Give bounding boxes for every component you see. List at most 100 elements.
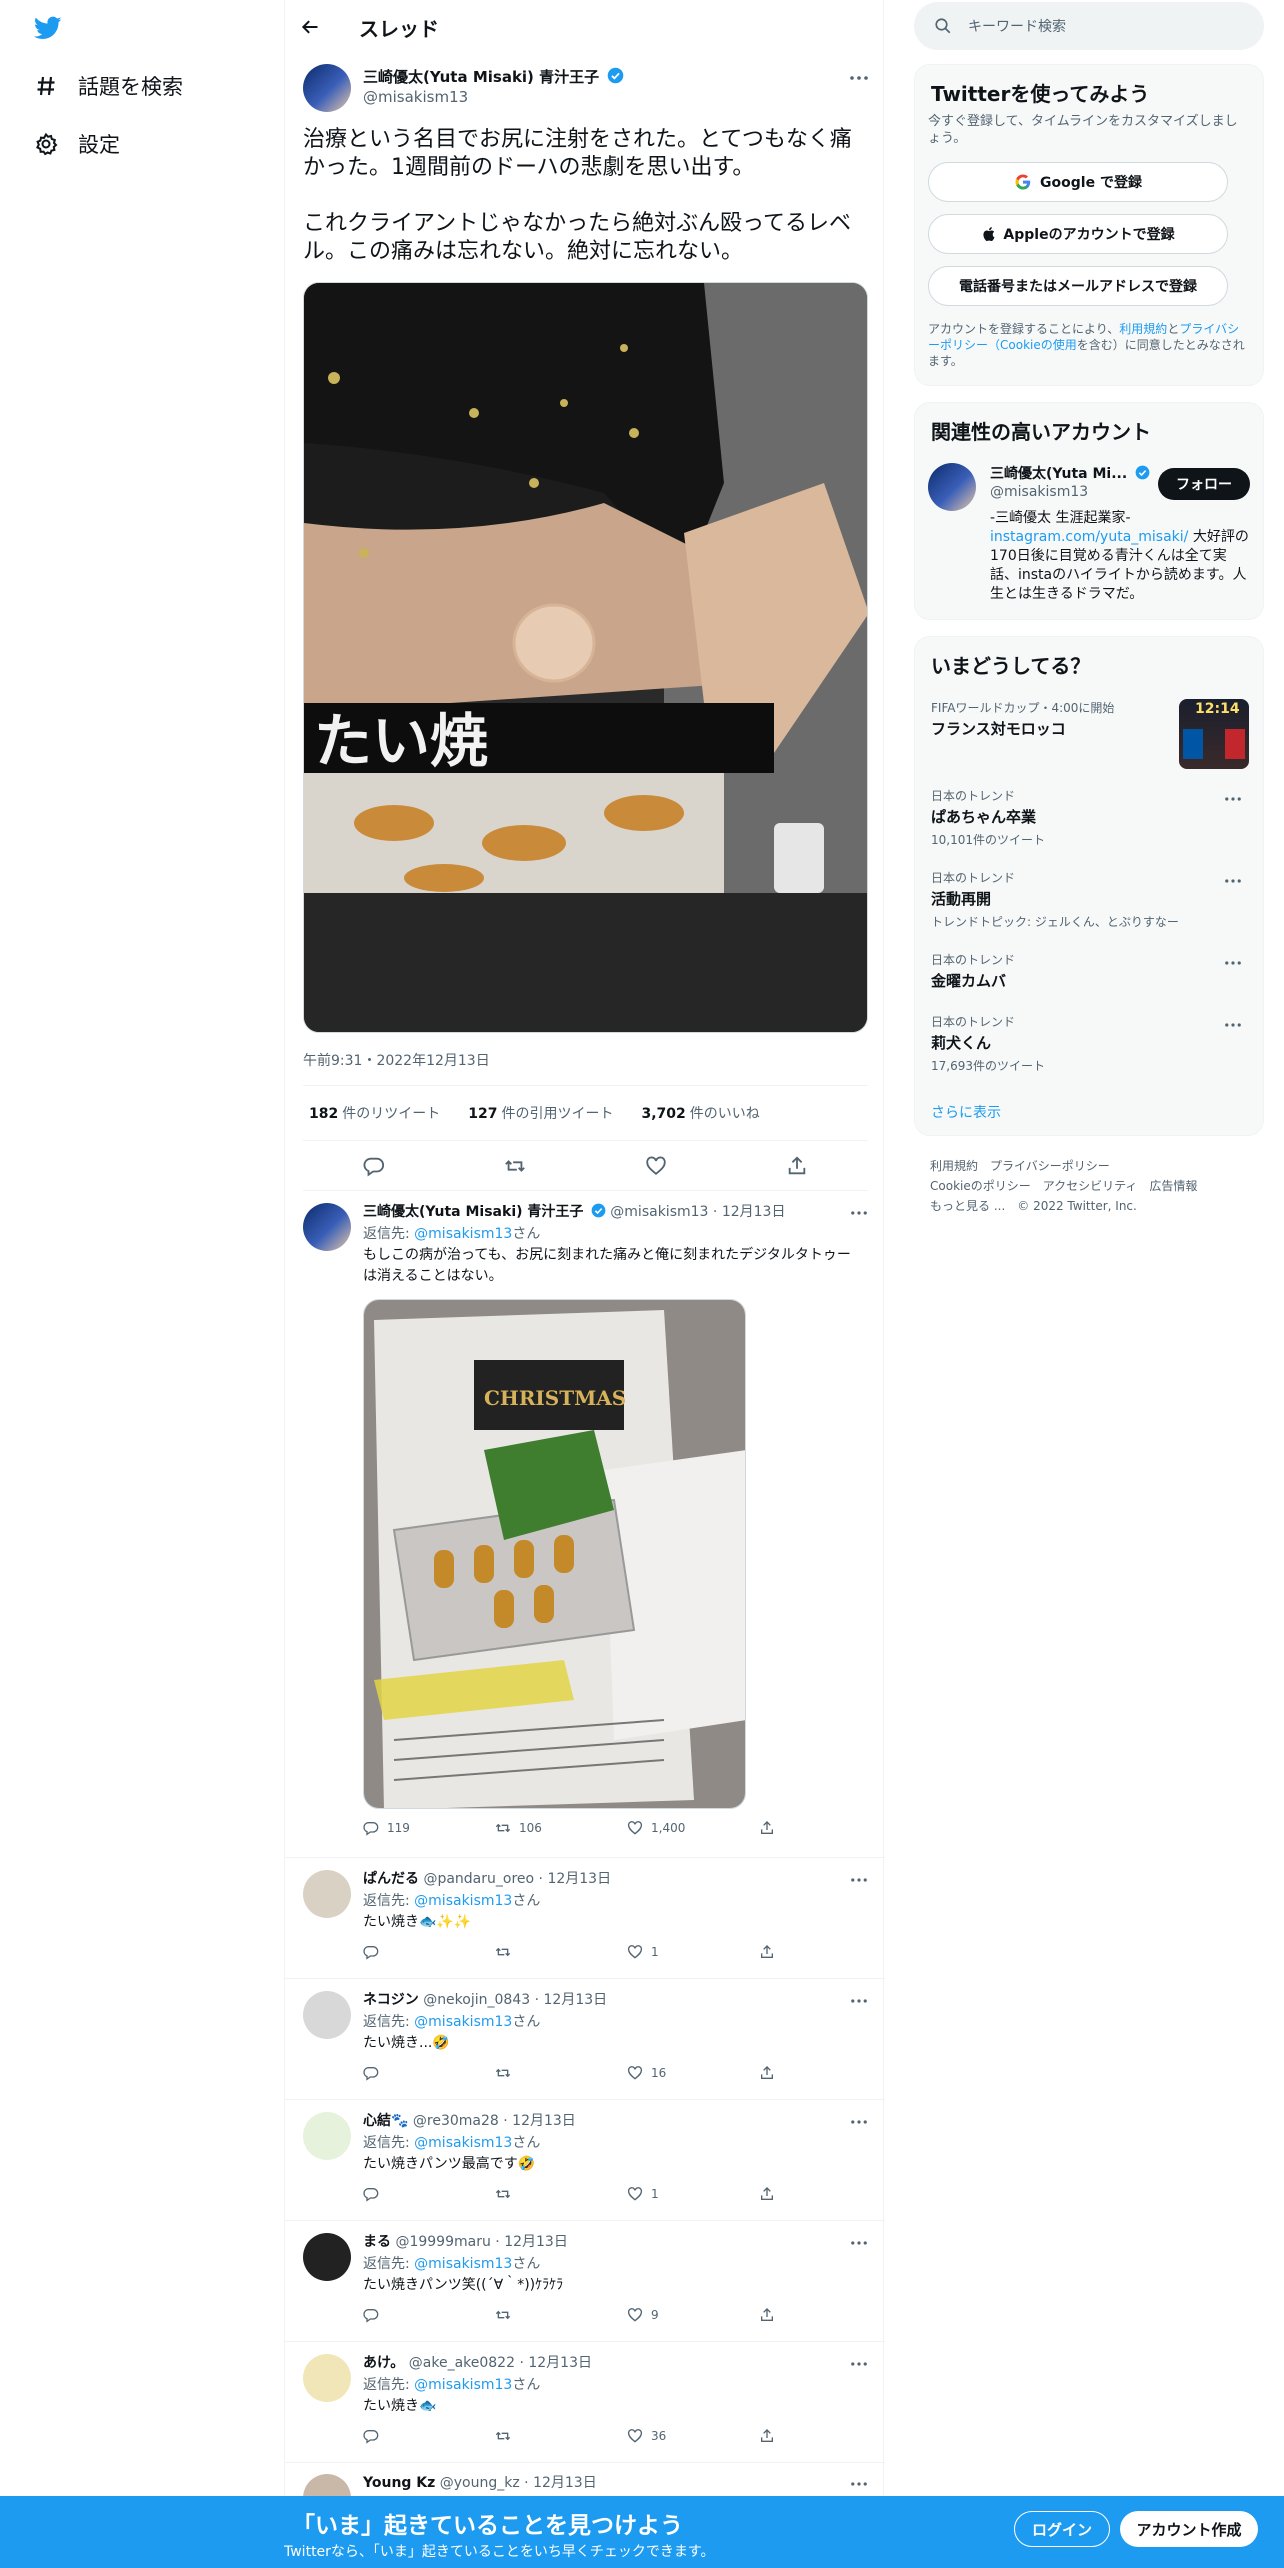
author-handle[interactable]: @re30ma28 <box>413 2113 499 2129</box>
like-button[interactable]: 36 <box>627 2428 759 2444</box>
footer-line[interactable]: 利用規約 プライバシーポリシー <box>930 1156 1197 1176</box>
reply-tweet[interactable]: ネコジン @nekojin_0843 · 12月13日 返信先: @misakis… <box>285 1979 885 2100</box>
like-icon[interactable] <box>645 1155 667 1177</box>
reply-to-link[interactable]: @misakism13 <box>414 2377 512 2393</box>
avatar[interactable] <box>303 1991 351 2039</box>
trend-item[interactable]: 日本のトレンド ぱあちゃん卒業 10,101件のツイート <box>931 787 1249 848</box>
more-options-icon[interactable] <box>847 2231 871 2255</box>
author-name[interactable]: ネコジン <box>363 1992 419 2008</box>
reply-icon[interactable] <box>363 1155 385 1177</box>
author-name[interactable]: 三崎優太(Yuta Misaki) 青汁王子 <box>363 68 599 86</box>
retweet-button[interactable] <box>495 2065 627 2081</box>
retweet-icon[interactable] <box>504 1155 526 1177</box>
author-handle[interactable]: @misakism13 <box>363 88 468 106</box>
bio-link[interactable]: instagram.com/yuta_misaki/ <box>990 529 1188 545</box>
nav-explore[interactable]: 話題を検索 <box>32 66 183 106</box>
footer-line[interactable]: もっと見る ... © 2022 Twitter, Inc. <box>930 1196 1197 1216</box>
reply-date[interactable]: 12月13日 <box>547 1871 611 1887</box>
related-account-name[interactable]: 三崎優太(Yuta Mi... <box>990 466 1127 482</box>
avatar[interactable] <box>303 64 351 112</box>
more-options-icon[interactable] <box>847 66 871 90</box>
trend-item[interactable]: 日本のトレンド 活動再開 トレンドトピック: ジェルくん、とぷりすなー <box>931 869 1249 930</box>
reply-tweet[interactable]: 三崎優太(Yuta Misaki) 青汁王子 @misakism13 · 12月… <box>285 1191 885 1858</box>
share-icon[interactable] <box>786 1155 808 1177</box>
more-options-icon[interactable] <box>847 1868 871 1892</box>
more-options-icon[interactable] <box>847 2472 871 2496</box>
reply-date[interactable]: 12月13日 <box>512 2113 576 2129</box>
trend-more-icon[interactable] <box>1221 1013 1245 1037</box>
like-button[interactable]: 16 <box>627 2065 759 2081</box>
trend-more-icon[interactable] <box>1221 787 1245 811</box>
like-button[interactable]: 1,400 <box>627 1820 759 1836</box>
retweet-count[interactable]: 182 件のリツイート <box>309 1103 440 1123</box>
related-account-handle[interactable]: @misakism13 <box>990 484 1088 500</box>
reply-date[interactable]: 12月13日 <box>533 2475 597 2491</box>
avatar[interactable] <box>928 463 976 511</box>
like-button[interactable]: 9 <box>627 2307 759 2323</box>
author-name[interactable]: 心結🐾 <box>363 2113 408 2129</box>
author-handle[interactable]: @young_kz <box>440 2475 520 2491</box>
reply-to-link[interactable]: @misakism13 <box>414 1893 512 1909</box>
tweet-timestamp[interactable]: 午前9:31・2022年12月13日 <box>303 1050 490 1070</box>
reply-to-link[interactable]: @misakism13 <box>414 2135 512 2151</box>
back-arrow-icon[interactable] <box>295 12 325 42</box>
reply-date[interactable]: 12月13日 <box>528 2355 592 2371</box>
author-name[interactable]: ぱんだる <box>363 1871 419 1887</box>
reply-photo[interactable]: CHRISTMAS <box>363 1299 746 1809</box>
trend-item[interactable]: 日本のトレンド 金曜カムバ <box>931 951 1249 995</box>
more-options-icon[interactable] <box>847 1201 871 1225</box>
tweet-photo[interactable]: たい焼 <box>303 282 868 1033</box>
reply-tweet[interactable]: あけ。 @ake_ake0822 · 12月13日 返信先: @misakism1… <box>285 2342 885 2463</box>
avatar[interactable] <box>303 1203 351 1251</box>
reply-tweet[interactable]: 心結🐾 @re30ma28 · 12月13日 返信先: @misakism13さん… <box>285 2100 885 2221</box>
reply-button[interactable] <box>363 2186 495 2202</box>
terms-link[interactable]: 利用規約 <box>1119 322 1167 336</box>
share-button[interactable] <box>759 2307 789 2323</box>
avatar[interactable] <box>303 1870 351 1918</box>
retweet-button[interactable] <box>495 2307 627 2323</box>
retweet-button[interactable] <box>495 2186 627 2202</box>
reply-button[interactable]: 119 <box>363 1820 495 1836</box>
reply-tweet[interactable]: ぱんだる @pandaru_oreo · 12月13日 返信先: @misakis… <box>285 1858 885 1979</box>
like-count[interactable]: 3,702 件のいいね <box>641 1103 759 1123</box>
reply-button[interactable] <box>363 2065 495 2081</box>
reply-to-link[interactable]: @misakism13 <box>414 2256 512 2272</box>
nav-settings[interactable]: 設定 <box>32 124 120 164</box>
reply-button[interactable] <box>363 2307 495 2323</box>
author-name[interactable]: あけ。 <box>363 2355 404 2371</box>
avatar[interactable] <box>303 2233 351 2281</box>
like-button[interactable]: 1 <box>627 2186 759 2202</box>
share-button[interactable] <box>759 2065 789 2081</box>
like-button[interactable]: 1 <box>627 1944 759 1960</box>
login-button[interactable]: ログイン <box>1014 2511 1110 2547</box>
reply-button[interactable] <box>363 2428 495 2444</box>
author-handle[interactable]: @nekojin_0843 <box>423 1992 530 2008</box>
author-handle[interactable]: @misakism13 <box>610 1204 708 1220</box>
retweet-button[interactable]: 106 <box>495 1820 627 1836</box>
avatar[interactable] <box>303 2112 351 2160</box>
avatar[interactable] <box>303 2354 351 2402</box>
author-handle[interactable]: @ake_ake0822 <box>409 2355 515 2371</box>
google-signup-button[interactable]: Google で登録 <box>928 162 1228 202</box>
share-button[interactable] <box>759 2428 789 2444</box>
trend-item[interactable]: 日本のトレンド 莉犬くん 17,693件のツイート <box>931 1013 1249 1074</box>
reply-tweet[interactable]: まる @19999maru · 12月13日 返信先: @misakism13さん… <box>285 2221 885 2342</box>
more-options-icon[interactable] <box>847 2110 871 2134</box>
reply-date[interactable]: 12月13日 <box>544 1992 608 2008</box>
reply-to-link[interactable]: @misakism13 <box>414 2014 512 2030</box>
author-name[interactable]: まる <box>363 2234 391 2250</box>
reply-date[interactable]: 12月13日 <box>504 2234 568 2250</box>
reply-to-link[interactable]: @misakism13 <box>414 1226 512 1242</box>
retweet-button[interactable] <box>495 1944 627 1960</box>
trend-more-icon[interactable] <box>1221 869 1245 893</box>
share-button[interactable] <box>759 2186 789 2202</box>
search-input[interactable]: キーワード検索 <box>914 2 1264 50</box>
share-button[interactable] <box>759 1944 789 1960</box>
create-account-button[interactable]: アカウント作成 <box>1120 2511 1258 2547</box>
retweet-button[interactable] <box>495 2428 627 2444</box>
follow-button[interactable]: フォロー <box>1158 468 1250 500</box>
reply-date[interactable]: 12月13日 <box>722 1204 786 1220</box>
footer-line[interactable]: Cookieのポリシー アクセシビリティ 広告情報 <box>930 1176 1197 1196</box>
more-options-icon[interactable] <box>847 1989 871 2013</box>
quote-count[interactable]: 127 件の引用ツイート <box>468 1103 613 1123</box>
